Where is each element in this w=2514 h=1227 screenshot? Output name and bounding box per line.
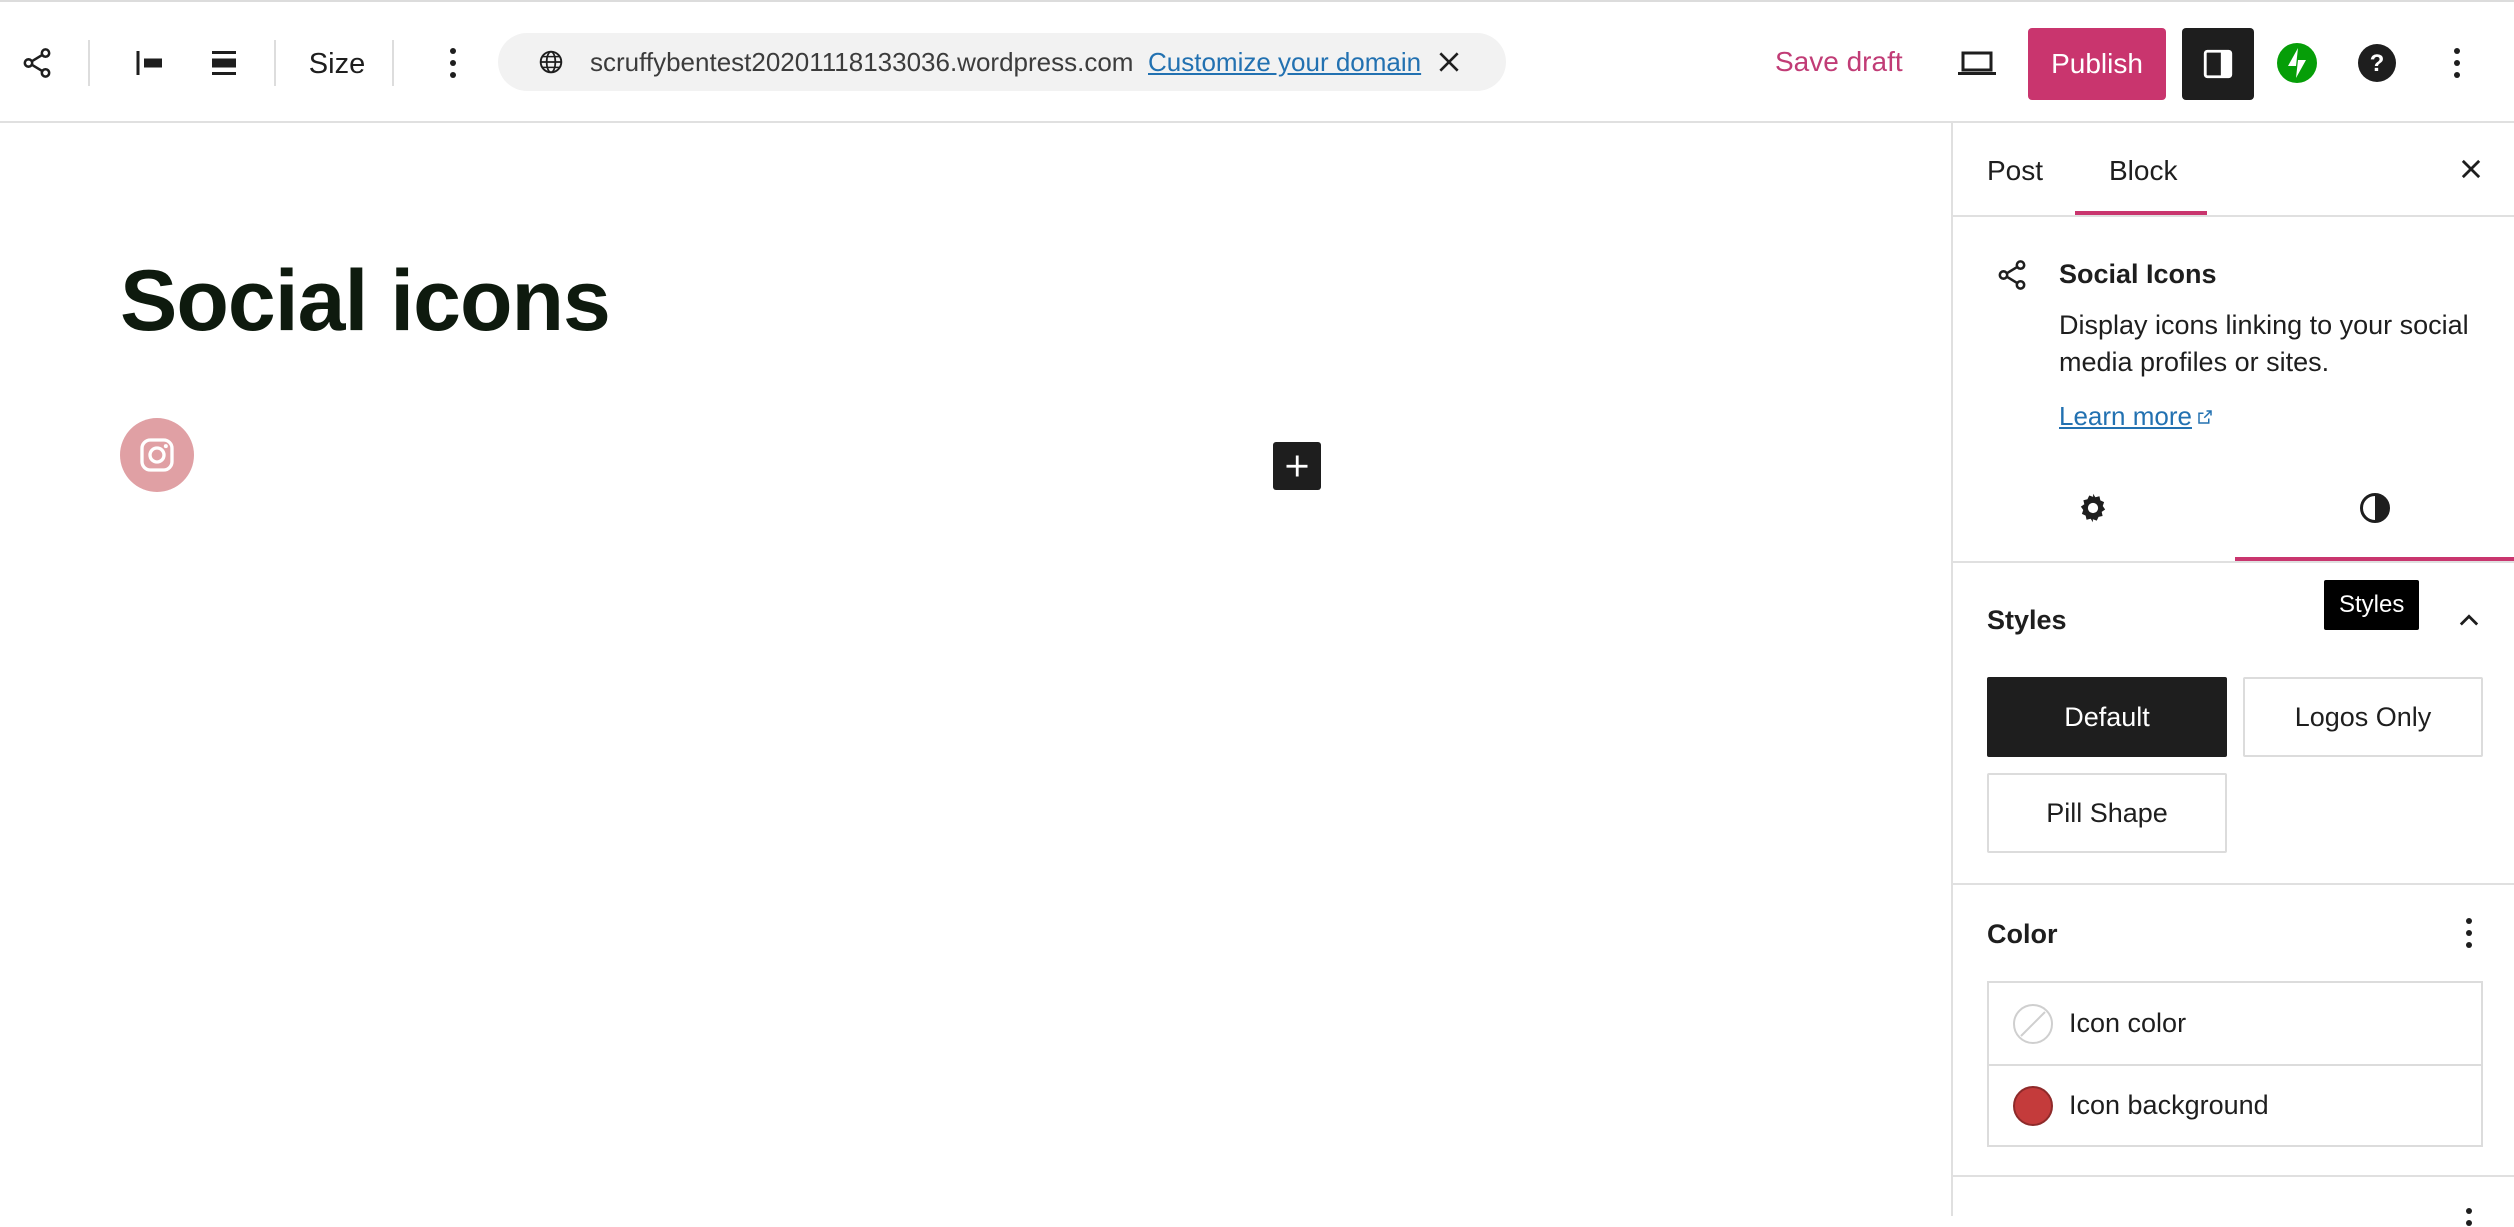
style-pill-shape-button[interactable]: Pill Shape [1987,773,2227,853]
tab-styles[interactable] [2235,453,2514,563]
publish-button[interactable]: Publish [2028,28,2166,100]
gear-icon [2080,493,2106,523]
color-panel-title: Color [1987,919,2058,949]
inspector-tabs [1953,453,2514,563]
tab-settings[interactable] [1953,453,2233,563]
domain-banner: scruffybentest20201118133036.wordpress.c… [498,33,1506,91]
jetpack-icon[interactable] [2276,42,2318,84]
contrast-icon [2360,493,2390,523]
tab-block[interactable]: Block [2109,155,2177,187]
instagram-social-link[interactable] [120,418,194,492]
share-icon[interactable] [12,36,62,90]
justify-icon[interactable] [198,40,250,86]
save-draft-button[interactable]: Save draft [1775,46,1903,78]
plus-icon [1286,455,1308,477]
block-card-title: Social Icons [2059,259,2217,289]
add-block-button[interactable] [1273,442,1321,490]
learn-more-label: Learn more [2059,401,2192,431]
more-options-icon[interactable] [2465,1207,2473,1227]
close-icon[interactable] [1436,49,1462,75]
post-title[interactable]: Social icons [120,252,611,351]
block-card-description: Display icons linking to your social med… [2059,310,2469,377]
chevron-up-icon[interactable] [2455,607,2483,635]
sidebar-toggle-icon[interactable] [2182,28,2254,100]
section-divider [1953,883,2514,885]
domain-text: scruffybentest20201118133036.wordpress.c… [590,46,1134,77]
icon-color-label: Icon color [2069,1008,2187,1038]
style-logos-only-button[interactable]: Logos Only [2243,677,2483,757]
tab-post[interactable]: Post [1987,155,2043,187]
desktop-preview-icon[interactable] [1952,40,2002,86]
align-left-icon[interactable] [124,40,176,86]
color-settings-list: Icon color Icon background [1987,981,2483,1147]
learn-more-link[interactable]: Learn more [2059,401,2214,432]
close-sidebar-icon[interactable] [2457,155,2485,183]
share-icon [1995,257,2029,293]
active-tab-indicator [2075,211,2207,215]
icon-background-row[interactable]: Icon background [1989,1064,2481,1145]
empty-swatch-icon [2013,1003,2053,1044]
customize-domain-link[interactable]: Customize your domain [1148,47,1421,78]
styles-panel-title[interactable]: Styles [1987,605,2067,636]
publish-label: Publish [2051,48,2143,79]
size-button[interactable]: Size [296,42,378,86]
icon-background-label: Icon background [2069,1090,2269,1120]
size-label: Size [308,47,366,80]
svg-text:?: ? [2370,50,2385,77]
options-icon[interactable] [2434,40,2480,86]
help-icon[interactable]: ? [2356,42,2398,84]
icon-color-row[interactable]: Icon color [1989,983,2481,1064]
active-subtab-indicator [2235,557,2514,561]
red-swatch-icon [2013,1085,2053,1126]
block-settings-sidebar: Post Block Social Icons Display icons li… [1951,123,2514,1226]
globe-icon [538,49,564,75]
external-link-icon [2198,409,2212,424]
instagram-icon [140,438,174,472]
style-default-button[interactable]: Default [1987,677,2227,757]
styles-tooltip: Styles [2324,580,2420,630]
more-vertical-icon[interactable] [430,40,476,86]
editor-toolbar: Size scruffybentest20201118133036.wordpr… [0,0,2514,123]
color-options-icon[interactable] [2465,917,2473,949]
sidebar-tabs: Post Block [1953,123,2514,217]
section-divider [1953,1175,2514,1177]
